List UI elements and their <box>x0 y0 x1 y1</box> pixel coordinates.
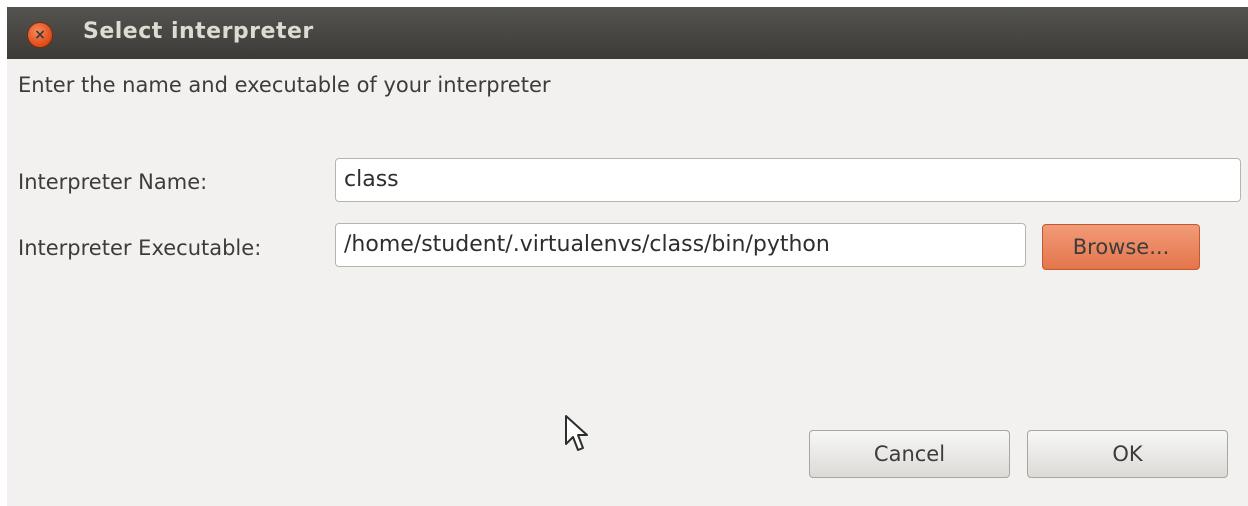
instructions-text: Enter the name and executable of your in… <box>18 73 551 97</box>
ok-button[interactable]: OK <box>1027 430 1228 478</box>
close-button[interactable]: × <box>28 23 52 47</box>
interpreter-name-label: Interpreter Name: <box>18 170 208 194</box>
title-bar: × Select interpreter <box>7 7 1248 59</box>
interpreter-name-input[interactable]: class <box>335 158 1241 202</box>
select-interpreter-dialog: × Select interpreter Enter the name and … <box>7 7 1248 506</box>
interpreter-executable-input[interactable]: /home/student/.virtualenvs/class/bin/pyt… <box>335 223 1026 267</box>
cancel-button[interactable]: Cancel <box>809 430 1010 478</box>
mouse-pointer-icon <box>565 415 588 451</box>
browse-button[interactable]: Browse... <box>1042 224 1200 270</box>
close-icon: × <box>34 27 46 43</box>
window-title: Select interpreter <box>83 19 314 44</box>
interpreter-executable-label: Interpreter Executable: <box>18 236 262 260</box>
